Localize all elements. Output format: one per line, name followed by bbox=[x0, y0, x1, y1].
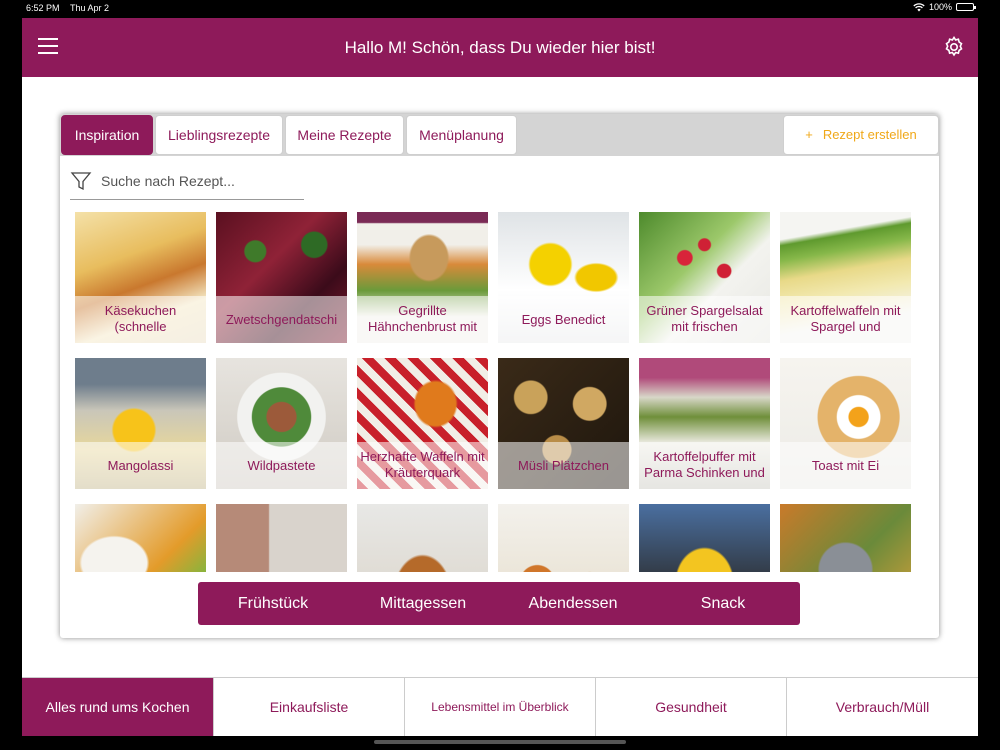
recipe-tile[interactable]: Wildpastete bbox=[216, 358, 347, 489]
recipe-tile[interactable] bbox=[498, 504, 629, 572]
battery-percent: 100% bbox=[928, 2, 952, 12]
recipe-title: Zwetschgendatschi bbox=[216, 296, 347, 343]
recipe-tile[interactable]: Kartoffelwaffeln mit Spargel und bbox=[780, 212, 911, 343]
filter-icon[interactable] bbox=[70, 170, 92, 192]
recipe-title: Grüner Spargelsalat mit frischen bbox=[639, 296, 770, 343]
tab-inspiration[interactable]: Inspiration bbox=[61, 115, 153, 155]
nav-gesundheit[interactable]: Gesundheit bbox=[595, 678, 786, 736]
recipe-tile[interactable] bbox=[639, 504, 770, 572]
status-date: Thu Apr 2 bbox=[70, 3, 110, 13]
recipe-title: Kartoffelwaffeln mit Spargel und bbox=[780, 296, 911, 343]
recipe-grid: Käsekuchen (schnelle Zwetschgendatschi G… bbox=[75, 212, 915, 572]
recipe-tile[interactable]: Kartoffelpuffer mit Parma Schinken und bbox=[639, 358, 770, 489]
home-indicator bbox=[374, 740, 626, 744]
page-title: Hallo M! Schön, dass Du wieder hier bist… bbox=[344, 38, 656, 57]
wifi-icon bbox=[913, 2, 925, 11]
tab-menueplanung[interactable]: Menüplanung bbox=[406, 115, 517, 155]
search-input[interactable] bbox=[101, 169, 301, 193]
meal-fruehstueck-button[interactable]: Frühstück bbox=[198, 582, 348, 625]
status-right: 100% bbox=[913, 2, 976, 12]
tab-bar: Inspiration Lieblingsrezepte Meine Rezep… bbox=[60, 114, 939, 156]
recipe-tile[interactable] bbox=[216, 504, 347, 572]
meal-filter-bar: Frühstück Mittagessen Abendessen Snack bbox=[198, 582, 800, 625]
recipe-tile[interactable]: Toast mit Ei bbox=[780, 358, 911, 489]
nav-einkaufsliste[interactable]: Einkaufsliste bbox=[213, 678, 404, 736]
bottom-nav: Alles rund ums Kochen Einkaufsliste Lebe… bbox=[22, 677, 978, 736]
recipe-tile[interactable]: Käsekuchen (schnelle bbox=[75, 212, 206, 343]
recipe-title: Wildpastete bbox=[216, 442, 347, 489]
recipe-tile[interactable]: Gegrillte Hähnchenbrust mit bbox=[357, 212, 488, 343]
recipe-card: Inspiration Lieblingsrezepte Meine Rezep… bbox=[60, 114, 939, 638]
search-bar bbox=[70, 166, 304, 200]
recipe-title: Mangolassi bbox=[75, 442, 206, 489]
recipe-tile[interactable]: Eggs Benedict bbox=[498, 212, 629, 343]
recipe-tile[interactable]: Zwetschgendatschi bbox=[216, 212, 347, 343]
recipe-title: Müsli Plätzchen bbox=[498, 442, 629, 489]
app-window: Hallo M! Schön, dass Du wieder hier bist… bbox=[22, 18, 978, 736]
battery-icon bbox=[956, 3, 976, 11]
gear-icon[interactable] bbox=[942, 35, 966, 59]
recipe-tile[interactable]: Müsli Plätzchen bbox=[498, 358, 629, 489]
recipe-tile[interactable]: Grüner Spargelsalat mit frischen bbox=[639, 212, 770, 343]
nav-kochen[interactable]: Alles rund ums Kochen bbox=[22, 678, 213, 736]
status-bar: 6:52 PM Thu Apr 2 100% bbox=[0, 0, 1000, 16]
status-time: 6:52 PM bbox=[26, 3, 60, 13]
recipe-tile[interactable] bbox=[75, 504, 206, 572]
nav-verbrauch[interactable]: Verbrauch/Müll bbox=[786, 678, 978, 736]
meal-snack-button[interactable]: Snack bbox=[648, 582, 798, 625]
recipe-tile[interactable] bbox=[780, 504, 911, 572]
recipe-title: Käsekuchen (schnelle bbox=[75, 296, 206, 343]
recipe-tile[interactable]: Herzhafte Waffeln mit Kräuterquark bbox=[357, 358, 488, 489]
recipe-tile[interactable] bbox=[357, 504, 488, 572]
nav-lebensmittel[interactable]: Lebensmittel im Überblick bbox=[404, 678, 595, 736]
header-bar: Hallo M! Schön, dass Du wieder hier bist… bbox=[22, 18, 978, 77]
recipe-title: Kartoffelpuffer mit Parma Schinken und bbox=[639, 442, 770, 489]
meal-mittagessen-button[interactable]: Mittagessen bbox=[348, 582, 498, 625]
create-recipe-button[interactable]: + Rezept erstellen bbox=[783, 115, 939, 155]
recipe-title: Gegrillte Hähnchenbrust mit bbox=[357, 296, 488, 343]
tab-lieblingsrezepte[interactable]: Lieblingsrezepte bbox=[155, 115, 283, 155]
recipe-tile[interactable]: Mangolassi bbox=[75, 358, 206, 489]
plus-icon: + bbox=[805, 127, 813, 142]
tab-meine-rezepte[interactable]: Meine Rezepte bbox=[285, 115, 404, 155]
recipe-title: Toast mit Ei bbox=[780, 442, 911, 489]
recipe-title: Eggs Benedict bbox=[498, 296, 629, 343]
recipe-title: Herzhafte Waffeln mit Kräuterquark bbox=[357, 442, 488, 489]
create-recipe-label: Rezept erstellen bbox=[822, 127, 917, 142]
meal-abendessen-button[interactable]: Abendessen bbox=[498, 582, 648, 625]
